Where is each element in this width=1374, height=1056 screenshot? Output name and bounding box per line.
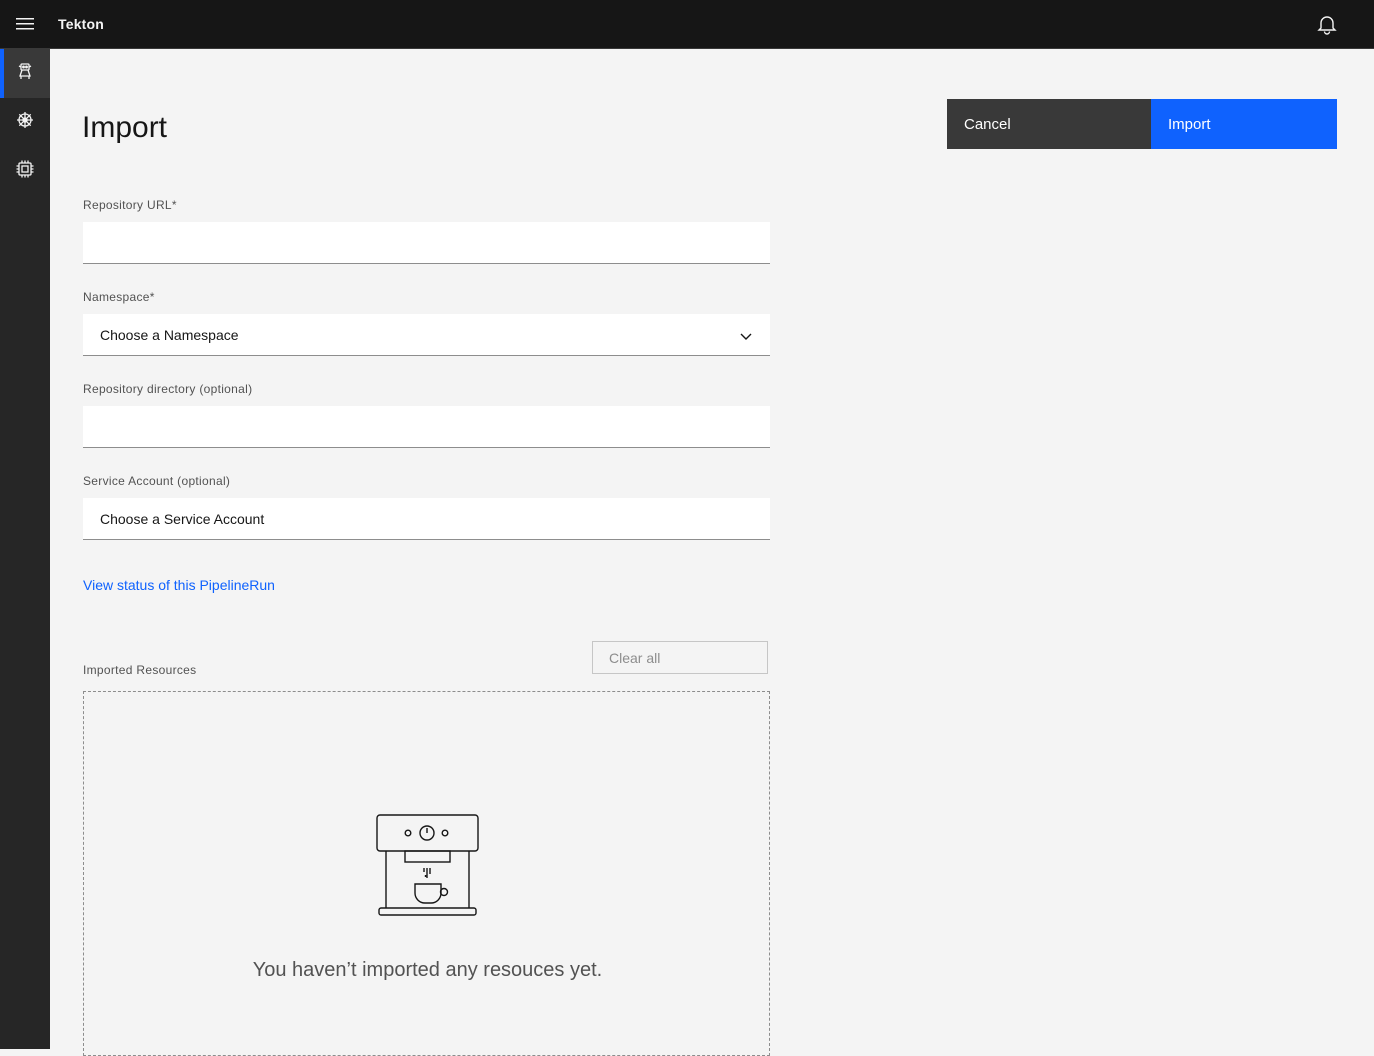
empty-state-message: You haven’t imported any resouces yet.	[252, 959, 603, 981]
namespace-label: Namespace*	[83, 290, 155, 304]
sidenav-item-chip[interactable]	[0, 147, 50, 196]
import-button[interactable]: Import	[1151, 99, 1337, 149]
namespace-dropdown[interactable]: Choose a Namespace	[83, 314, 770, 356]
view-pipelinerun-status-link[interactable]: View status of this PipelineRun	[83, 577, 275, 593]
repository-directory-input[interactable]	[83, 406, 770, 448]
clear-all-button[interactable]: Clear all	[592, 641, 768, 674]
repository-directory-label: Repository directory (optional)	[83, 382, 253, 396]
side-navigation	[0, 49, 50, 1049]
sidenav-item-kubernetes[interactable]	[0, 98, 50, 147]
cancel-button[interactable]: Cancel	[947, 99, 1151, 149]
namespace-dropdown-value: Choose a Namespace	[100, 326, 239, 343]
kubernetes-helm-icon	[15, 110, 35, 135]
hamburger-menu-icon[interactable]	[0, 0, 49, 48]
main-content: Import Cancel Import Repository URL* Nam…	[50, 49, 1374, 1056]
page-title: Import	[82, 111, 168, 144]
tekton-robot-icon	[15, 61, 35, 86]
imported-resources-area: You haven’t imported any resouces yet.	[83, 691, 770, 1056]
app-name[interactable]: Tekton	[58, 16, 104, 32]
repository-url-input[interactable]	[83, 222, 770, 264]
coffee-machine-icon	[375, 813, 481, 919]
bell-icon[interactable]	[1316, 13, 1338, 35]
chip-icon	[15, 159, 35, 184]
sidenav-item-tekton[interactable]	[0, 49, 50, 98]
service-account-combobox[interactable]: Choose a Service Account	[83, 498, 770, 540]
imported-resources-label: Imported Resources	[83, 663, 197, 677]
top-header: Tekton	[0, 0, 1374, 49]
chevron-down-icon	[740, 328, 752, 344]
service-account-label: Service Account (optional)	[83, 474, 231, 488]
repository-url-label: Repository URL*	[83, 198, 177, 212]
